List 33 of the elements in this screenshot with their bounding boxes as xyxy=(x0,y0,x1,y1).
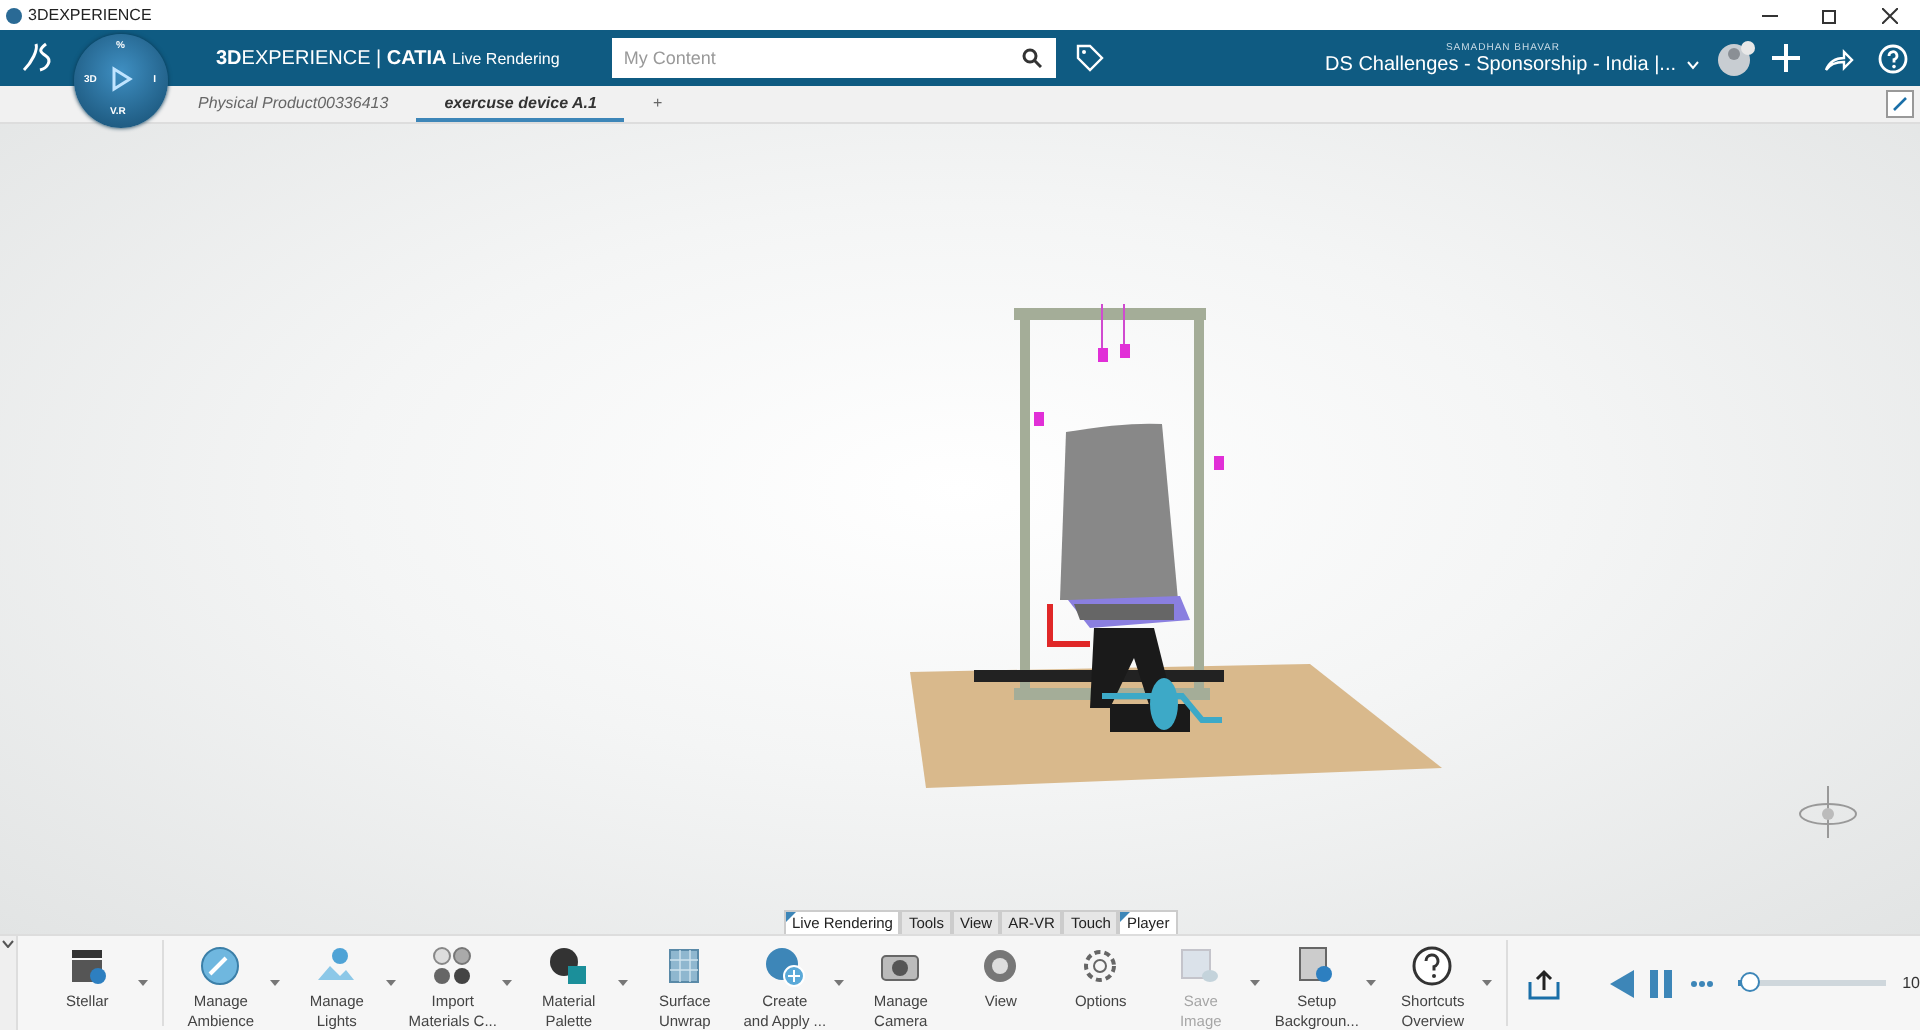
collaborative-space-dropdown[interactable]: DS Challenges - Sponsorship - India |... xyxy=(1325,53,1700,75)
help-icon xyxy=(1410,944,1455,988)
share-icon[interactable] xyxy=(1824,45,1854,71)
dropdown-caret-button[interactable] xyxy=(137,980,154,986)
close-icon xyxy=(1882,7,1898,23)
tag-icon[interactable] xyxy=(1075,44,1104,72)
document-tab[interactable]: + xyxy=(624,86,691,122)
play-backward-icon[interactable] xyxy=(1610,969,1635,997)
globe-icon xyxy=(198,944,243,988)
frame-value: 10 xyxy=(1902,974,1920,992)
add-icon[interactable] xyxy=(1772,44,1800,72)
image-database-icon xyxy=(1178,944,1223,988)
slider-thumb[interactable] xyxy=(1740,972,1760,992)
search-field[interactable]: My Content xyxy=(611,38,1056,78)
document-tab[interactable]: Physical Product00336413 xyxy=(170,86,417,122)
palette-icon xyxy=(546,944,591,988)
app-logo-icon xyxy=(6,7,22,23)
avatar-icon[interactable] xyxy=(1716,38,1756,78)
spheres-icon xyxy=(430,944,475,988)
help-icon[interactable] xyxy=(1878,43,1908,73)
ds-logo-icon xyxy=(20,42,56,74)
pause-icon[interactable] xyxy=(1650,969,1675,997)
upload-icon[interactable] xyxy=(1528,967,1561,999)
sphere-plus-icon xyxy=(762,944,807,988)
search-icon[interactable] xyxy=(1021,48,1042,68)
minimize-view-button[interactable] xyxy=(1886,90,1914,118)
app-title: 3DEXPERIENCE | CATIA Live Rendering xyxy=(216,47,560,69)
restore-icon xyxy=(1822,7,1838,23)
chevron-down-icon xyxy=(1,940,14,948)
play-icon xyxy=(108,66,134,92)
chevron-down-icon xyxy=(1686,59,1700,69)
more-icon[interactable] xyxy=(1690,979,1715,987)
window-title: 3DEXPERIENCE xyxy=(28,6,152,24)
